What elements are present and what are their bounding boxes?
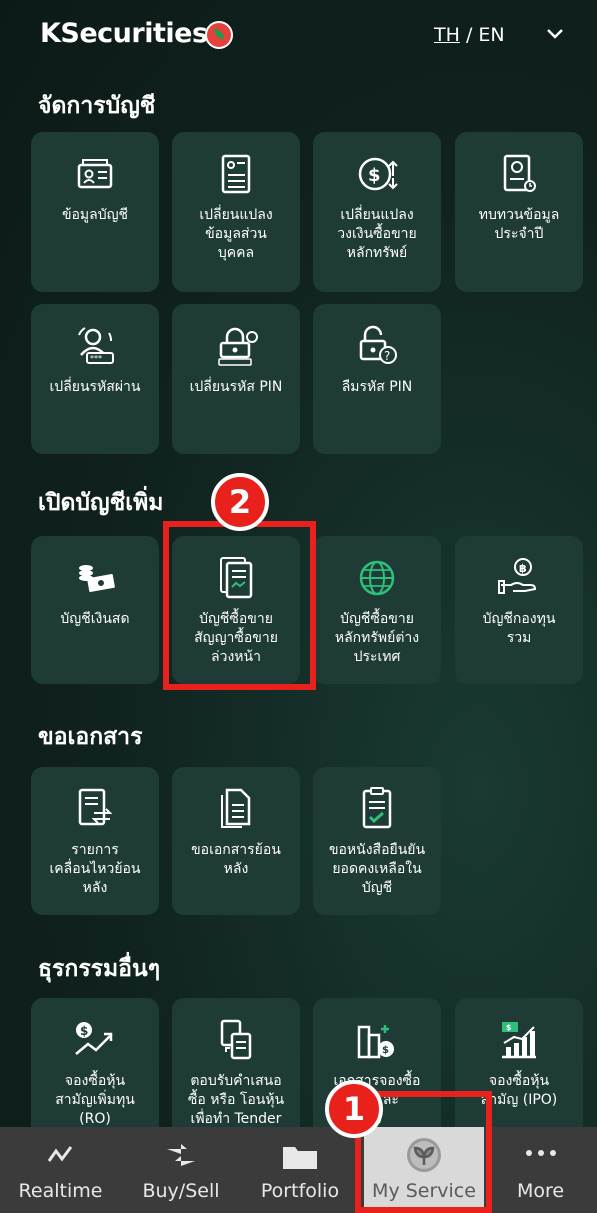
tile-label: รายการ เคลื่อนไหวย้อน หลัง — [49, 842, 141, 896]
nav-item-buy-sell[interactable]: Buy/Sell — [121, 1127, 241, 1213]
callout-step-2: 2 — [211, 473, 269, 531]
section-title-other-transactions: ธุรกรรมอื่นๆ — [38, 956, 161, 982]
credit-limit-icon: $ — [313, 154, 441, 194]
tile-balance-confirmation[interactable]: ขอหนังสือยืนยัน ยอดคงเหลือใน บัญชี — [313, 767, 441, 915]
nav-label: Realtime — [18, 1180, 103, 1202]
tender-offer-icon — [172, 1019, 300, 1060]
tile-change-password[interactable]: *** เปลี่ยนรหัสผ่าน — [31, 304, 159, 454]
nav-label: Buy/Sell — [142, 1180, 220, 1202]
svg-text:***: *** — [90, 354, 102, 363]
chevron-down-icon[interactable] — [544, 22, 566, 44]
tile-rights-offering[interactable]: $ จองซื้อหุ้น สามัญเพิ่มทุน (RO) — [31, 998, 159, 1127]
tile-change-credit-limit[interactable]: $ เปลี่ยนแปลง วงเงินซื้อขาย หลักทรัพย์ — [313, 132, 441, 292]
ipo-chart-icon: $ — [455, 1020, 583, 1060]
subscription-document-icon: $ — [313, 1020, 441, 1060]
tile-label: ขอหนังสือยืนยัน ยอดคงเหลือใน บัญชี — [328, 842, 426, 896]
bottom-navigation-bar: Realtime Buy/Sell Portfolio My Service M… — [0, 1127, 597, 1213]
personal-document-icon — [172, 154, 300, 194]
tile-transaction-history[interactable]: รายการ เคลื่อนไหวย้อน หลัง — [31, 767, 159, 915]
svg-text:฿: ฿ — [519, 562, 527, 575]
mutual-fund-icon: ฿ — [455, 558, 583, 598]
tile-tender-offer[interactable]: ตอบรับคำเสนอ ซื้อ หรือ โอนหุ้น เพื่อทำ T… — [172, 998, 300, 1127]
tile-label: จองซื้อหุ้น สามัญเพิ่มทุน (RO) — [55, 1073, 135, 1127]
realtime-chart-icon — [0, 1141, 121, 1167]
lang-en-option[interactable]: EN — [478, 24, 504, 46]
section-title-account-management: จัดการบัญชี — [38, 93, 156, 119]
tile-change-personal-info[interactable]: เปลี่ยนแปลง ข้อมูลส่วน บุคคล — [172, 132, 300, 292]
nav-item-more[interactable]: More — [484, 1127, 597, 1213]
nav-item-portfolio[interactable]: Portfolio — [241, 1127, 359, 1213]
svg-text:$: $ — [506, 1023, 512, 1032]
svg-text:?: ? — [384, 349, 390, 363]
annual-review-icon — [455, 154, 583, 194]
svg-text:$: $ — [80, 1024, 88, 1038]
tile-cash-account[interactable]: บัญชีเงินสด — [31, 536, 159, 684]
globe-icon — [313, 558, 441, 598]
tile-label: ข้อมูลบัญชี — [61, 207, 129, 223]
forgot-pin-icon: ? — [313, 325, 441, 366]
change-password-icon: *** — [31, 326, 159, 366]
balance-confirmation-icon — [313, 787, 441, 829]
section-title-request-documents: ขอเอกสาร — [38, 724, 143, 750]
lang-th-option[interactable]: TH — [434, 24, 460, 46]
tile-account-info[interactable]: ข้อมูลบัญชี — [31, 132, 159, 292]
change-pin-icon — [172, 326, 300, 366]
callout-step-1: 1 — [325, 1080, 383, 1138]
highlight-box-step-2 — [163, 521, 316, 690]
document-copy-icon — [172, 788, 300, 829]
brand-logo: KSecurities — [40, 18, 208, 49]
tile-label: เปลี่ยนรหัส PIN — [189, 379, 283, 395]
language-switcher[interactable]: TH / EN — [434, 24, 505, 46]
tile-label: ทบทวนข้อมูล ประจำปี — [478, 207, 560, 242]
tile-annual-review[interactable]: ทบทวนข้อมูล ประจำปี — [455, 132, 583, 292]
tile-forgot-pin[interactable]: ? ลืมรหัส PIN — [313, 304, 441, 454]
nav-item-realtime[interactable]: Realtime — [0, 1127, 121, 1213]
kbank-leaf-icon — [205, 21, 233, 49]
tile-label: บัญชีกองทุน รวม — [482, 611, 556, 646]
lang-separator: / — [465, 24, 473, 46]
nav-label: More — [516, 1180, 565, 1202]
tile-label: เปลี่ยนแปลง วงเงินซื้อขาย หลักทรัพย์ — [337, 207, 417, 261]
folder-icon — [241, 1141, 359, 1171]
tile-label: บัญชีซื้อขาย หลักทรัพย์ต่าง ประเทศ — [334, 611, 420, 665]
tile-mutual-fund-account[interactable]: ฿ บัญชีกองทุน รวม — [455, 536, 583, 684]
section-title-open-account: เปิดบัญชีเพิ่ม — [38, 490, 164, 516]
svg-text:$: $ — [368, 165, 381, 186]
tile-label: เปลี่ยนแปลง ข้อมูลส่วน บุคคล — [199, 207, 273, 261]
nav-label: Portfolio — [260, 1180, 340, 1202]
buy-sell-arrows-icon — [121, 1141, 241, 1169]
svg-text:$: $ — [382, 1045, 389, 1056]
cash-account-icon — [31, 558, 159, 598]
rights-offering-icon: $ — [31, 1020, 159, 1060]
tile-change-pin[interactable]: เปลี่ยนรหัส PIN — [172, 304, 300, 454]
app-header: KSecurities TH / EN — [0, 0, 597, 74]
more-dots-icon — [484, 1141, 597, 1165]
tile-label: ตอบรับคำเสนอ ซื้อ หรือ โอนหุ้น เพื่อทำ T… — [187, 1073, 285, 1127]
tile-label: บัญชีเงินสด — [60, 611, 130, 627]
tile-foreign-securities-account[interactable]: บัญชีซื้อขาย หลักทรัพย์ต่าง ประเทศ — [313, 536, 441, 684]
tile-label: ขอเอกสารย้อน หลัง — [191, 842, 281, 877]
transaction-history-icon — [31, 788, 159, 829]
tile-label: เปลี่ยนรหัสผ่าน — [49, 379, 141, 395]
account-card-icon — [31, 154, 159, 194]
tile-request-past-documents[interactable]: ขอเอกสารย้อน หลัง — [172, 767, 300, 915]
tile-label: ลืมรหัส PIN — [341, 379, 413, 395]
